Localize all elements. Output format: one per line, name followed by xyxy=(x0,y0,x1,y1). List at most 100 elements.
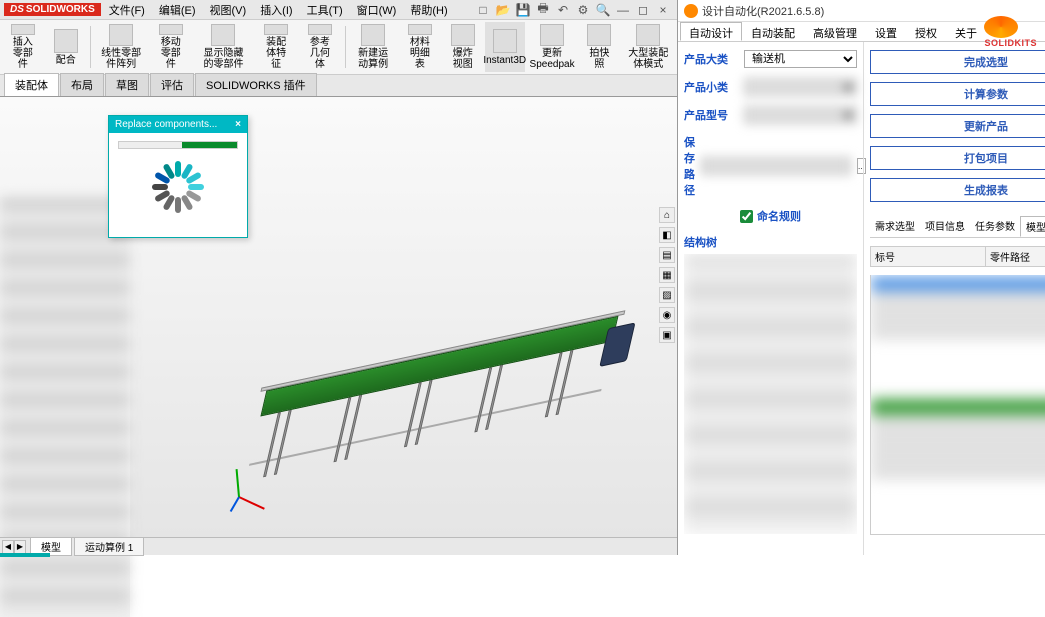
stab-model-status[interactable]: 模型状态 xyxy=(1020,216,1045,237)
label-product-model: 产品型号 xyxy=(684,107,738,123)
col-label: 标号 xyxy=(871,247,986,266)
rib-ref-geometry[interactable]: 参考几何体 xyxy=(299,22,341,72)
appearance-icon[interactable]: ◉ xyxy=(659,307,675,323)
bottom-tabs: ◀▶ 模型 运动算例 1 xyxy=(0,537,677,555)
stab-demand[interactable]: 需求选型 xyxy=(870,216,920,237)
btab-motion[interactable]: 运动算例 1 xyxy=(74,537,144,556)
triad[interactable] xyxy=(238,457,278,497)
open-icon[interactable]: 📂 xyxy=(495,2,511,18)
rib-show-hidden[interactable]: 显示隐藏的零部件 xyxy=(194,22,254,72)
menu-insert[interactable]: 插入(I) xyxy=(254,0,298,20)
tab-next-icon[interactable]: ▶ xyxy=(14,540,26,554)
window-max-icon[interactable]: ◻ xyxy=(635,2,651,18)
tab-sketch[interactable]: 草图 xyxy=(105,73,149,96)
resources-icon[interactable]: ◧ xyxy=(659,227,675,243)
label-product-category: 产品大类 xyxy=(684,51,738,67)
dialog-close-icon[interactable]: × xyxy=(235,119,241,130)
tab-evaluate[interactable]: 评估 xyxy=(150,73,194,96)
window-close-icon[interactable]: × xyxy=(655,2,671,18)
btn-finish-select[interactable]: 完成选型 xyxy=(870,50,1045,74)
sw-logo: DSSOLIDWORKS xyxy=(4,3,101,16)
undo-icon[interactable]: ↶ xyxy=(555,2,571,18)
quick-access-toolbar: □ 📂 💾 🖶 ↶ ⚙ 🔍 — ◻ × xyxy=(475,2,677,18)
label-save-path: 保存路径 xyxy=(684,134,695,198)
progress-bar xyxy=(118,141,238,149)
replace-components-dialog: Replace components... × xyxy=(108,115,248,238)
view-palette-icon[interactable]: ▨ xyxy=(659,287,675,303)
action-area: 完成选型 计算参数 更新产品 打包项目 生成报表 需求选型 项目信息 任务参数 … xyxy=(863,42,1045,555)
menu-tools[interactable]: 工具(T) xyxy=(301,0,349,20)
rtab-auto-design[interactable]: 自动设计 xyxy=(680,22,742,41)
rtab-license[interactable]: 授权 xyxy=(906,22,946,41)
solidkits-panel: 设计自动化(R2021.6.5.8) 自动设计 自动装配 高级管理 设置 授权 … xyxy=(678,0,1045,555)
home-icon[interactable]: ⌂ xyxy=(659,207,675,223)
menu-help[interactable]: 帮助(H) xyxy=(404,0,453,20)
viewport[interactable]: ⌂ ◧ ▤ ▦ ▨ ◉ ▣ xyxy=(0,97,677,537)
rib-explode[interactable]: 爆炸视图 xyxy=(443,22,483,72)
grid-header: 标号 零件路径 xyxy=(870,246,1045,267)
dialog-title: Replace components... xyxy=(115,119,217,130)
stab-task-params[interactable]: 任务参数 xyxy=(970,216,1020,237)
rib-bom[interactable]: 材料明细表 xyxy=(399,22,441,72)
select-product-model[interactable] xyxy=(744,106,857,124)
input-save-path[interactable] xyxy=(701,157,851,175)
search-icon[interactable]: 🔍 xyxy=(595,2,611,18)
select-product-category[interactable]: 输送机 xyxy=(744,50,857,68)
col-path: 零件路径 xyxy=(986,247,1045,266)
tab-layout[interactable]: 布局 xyxy=(60,73,104,96)
rib-large-assembly[interactable]: 大型装配体模式 xyxy=(621,22,675,72)
status-indicator xyxy=(0,553,50,557)
label-naming-rule: 命名规则 xyxy=(757,208,801,224)
rtab-about[interactable]: 关于 xyxy=(946,22,986,41)
panel-title: 设计自动化(R2021.6.5.8) xyxy=(702,3,824,19)
rtab-auto-assemble[interactable]: 自动装配 xyxy=(742,22,804,41)
print-icon[interactable]: 🖶 xyxy=(535,2,551,18)
rib-insert-component[interactable]: 插入零部件 xyxy=(2,22,44,72)
grid-body[interactable] xyxy=(870,275,1045,535)
rtab-adv-manage[interactable]: 高级管理 xyxy=(804,22,866,41)
rib-instant3d[interactable]: Instant3D xyxy=(485,22,525,72)
command-tabs: 装配体 布局 草图 评估 SOLIDWORKS 插件 xyxy=(0,75,677,97)
options-icon[interactable]: ⚙ xyxy=(575,2,591,18)
checkbox-naming-rule[interactable] xyxy=(740,210,753,223)
panel-icon xyxy=(684,4,698,18)
property-icon[interactable]: ▣ xyxy=(659,327,675,343)
menu-view[interactable]: 视图(V) xyxy=(204,0,253,20)
rtab-settings[interactable]: 设置 xyxy=(866,22,906,41)
spinner-icon xyxy=(148,157,208,217)
btn-package-project[interactable]: 打包项目 xyxy=(870,146,1045,170)
select-product-sub[interactable] xyxy=(744,78,857,96)
rib-speedpak[interactable]: 更新Speedpak xyxy=(527,22,578,72)
explorer-icon[interactable]: ▦ xyxy=(659,267,675,283)
form-area: 产品大类 输送机 产品小类 产品型号 保存路径 ... 命名规则 结构树 xyxy=(678,42,863,555)
new-icon[interactable]: □ xyxy=(475,2,491,18)
save-icon[interactable]: 💾 xyxy=(515,2,531,18)
rib-linear-pattern[interactable]: 线性零部件阵列 xyxy=(94,22,148,72)
rib-mate[interactable]: 配合 xyxy=(46,22,86,72)
label-product-sub: 产品小类 xyxy=(684,79,738,95)
stab-project-info[interactable]: 项目信息 xyxy=(920,216,970,237)
rib-new-motion[interactable]: 新建运动算例 xyxy=(349,22,397,72)
menu-window[interactable]: 窗口(W) xyxy=(351,0,403,20)
struct-tree-header: 结构树 xyxy=(684,234,857,250)
rib-snapshot[interactable]: 拍快照 xyxy=(579,22,619,72)
rib-assembly-feature[interactable]: 装配体特征 xyxy=(255,22,297,72)
tab-assembly[interactable]: 装配体 xyxy=(4,73,59,96)
tab-addins[interactable]: SOLIDWORKS 插件 xyxy=(195,73,317,96)
menu-file[interactable]: 文件(F) xyxy=(103,0,151,20)
tab-prev-icon[interactable]: ◀ xyxy=(2,540,14,554)
menu-bar: DSSOLIDWORKS 文件(F) 编辑(E) 视图(V) 插入(I) 工具(… xyxy=(0,0,677,20)
rib-move-component[interactable]: 移动零部件 xyxy=(150,22,192,72)
task-pane-icons: ⌂ ◧ ▤ ▦ ▨ ◉ ▣ xyxy=(659,207,675,343)
menu-edit[interactable]: 编辑(E) xyxy=(153,0,202,20)
struct-tree[interactable] xyxy=(684,254,857,534)
window-min-icon[interactable]: — xyxy=(615,2,631,18)
ribbon: 插入零部件 配合 线性零部件阵列 移动零部件 显示隐藏的零部件 装配体特征 参考… xyxy=(0,20,677,75)
sub-tabs: 需求选型 项目信息 任务参数 模型状态 属性 xyxy=(870,216,1045,238)
conveyor-model[interactable] xyxy=(242,316,619,498)
btn-gen-report[interactable]: 生成报表 xyxy=(870,178,1045,202)
library-icon[interactable]: ▤ xyxy=(659,247,675,263)
btn-update-product[interactable]: 更新产品 xyxy=(870,114,1045,138)
solidworks-window: DSSOLIDWORKS 文件(F) 编辑(E) 视图(V) 插入(I) 工具(… xyxy=(0,0,678,555)
btn-calc-params[interactable]: 计算参数 xyxy=(870,82,1045,106)
